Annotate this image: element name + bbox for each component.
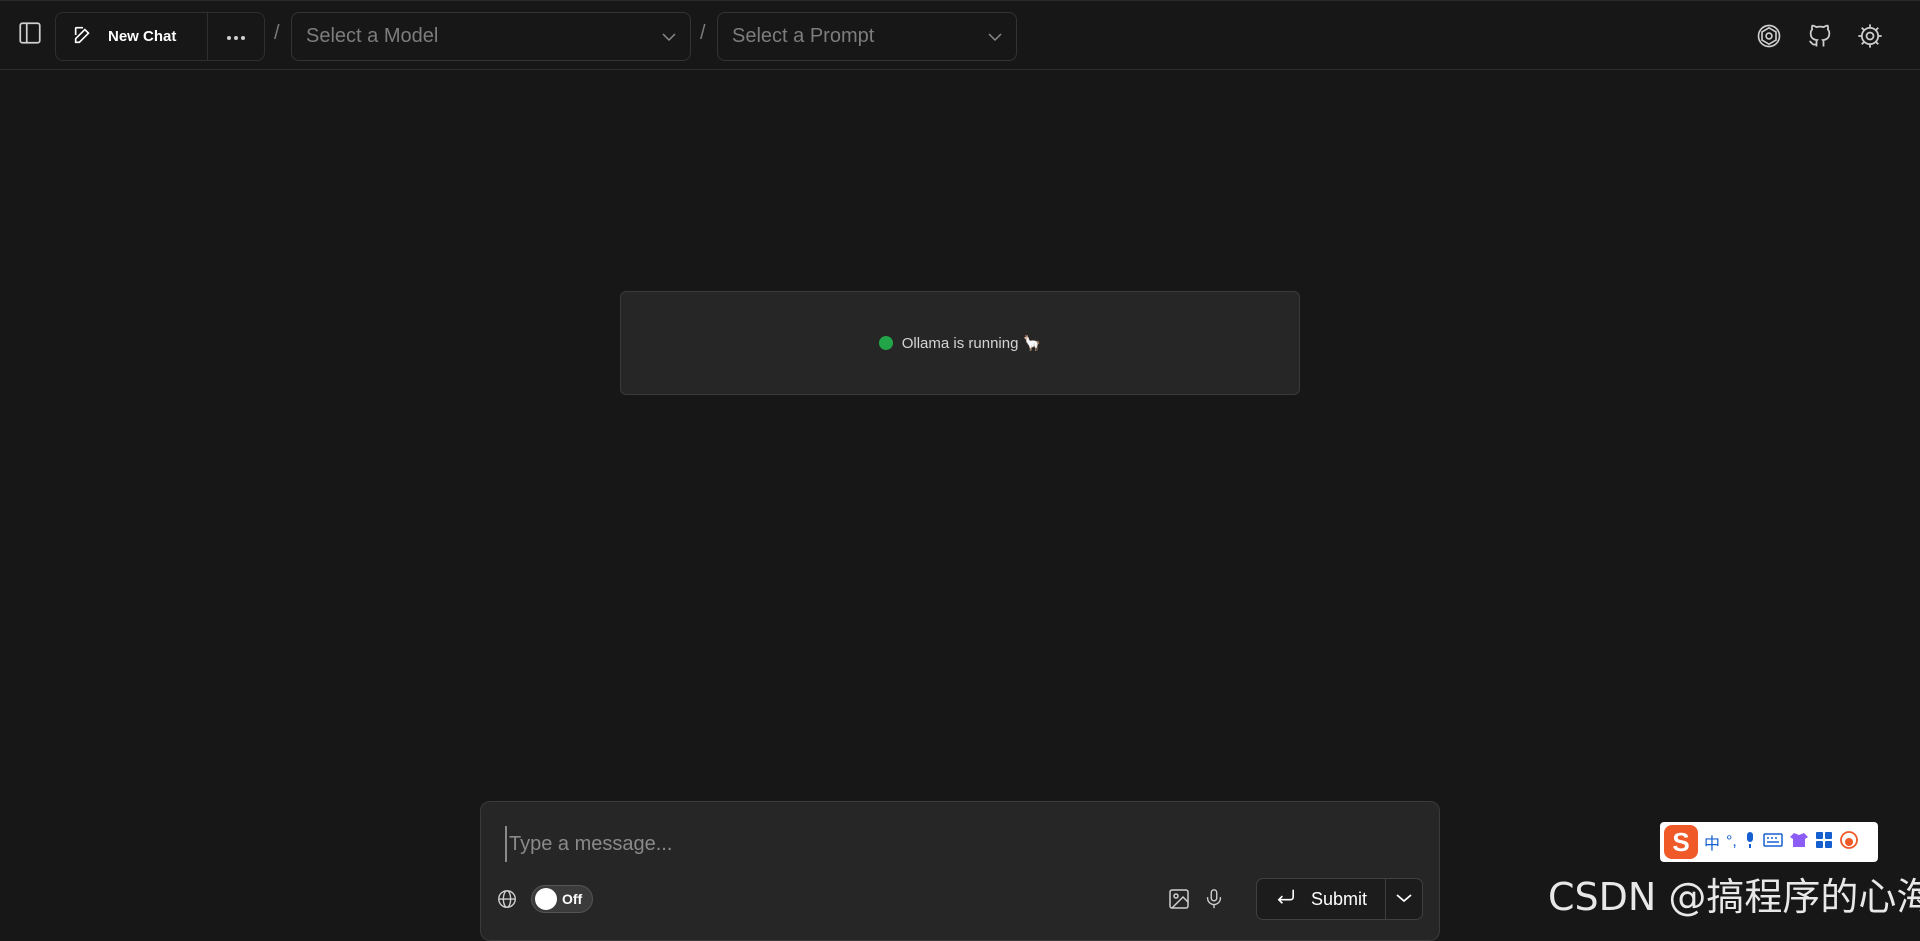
breadcrumb-separator: / bbox=[700, 22, 706, 44]
settings-gear-icon[interactable] bbox=[1855, 21, 1885, 51]
message-composer: Off Submit bbox=[480, 801, 1440, 941]
ime-apps-icon[interactable] bbox=[1815, 831, 1833, 854]
new-chat-label: New Chat bbox=[108, 28, 177, 45]
prompt-select[interactable]: Select a Prompt bbox=[717, 12, 1017, 61]
ime-skin-icon[interactable] bbox=[1789, 831, 1809, 854]
status-card: Ollama is running 🦙 bbox=[620, 291, 1300, 395]
edit-icon bbox=[72, 24, 94, 50]
status-indicator-dot bbox=[878, 336, 893, 350]
ime-punct-label[interactable]: °, bbox=[1726, 833, 1737, 851]
breadcrumb-separator: / bbox=[274, 22, 280, 44]
ime-logo[interactable]: S bbox=[1664, 825, 1698, 859]
toggle-knob bbox=[535, 888, 557, 910]
toggle-label: Off bbox=[562, 891, 583, 907]
ai-logo-icon[interactable] bbox=[1754, 21, 1784, 51]
watermark-text: CSDN @搞程序的心海 bbox=[1548, 875, 1920, 919]
ime-toolbar: S 中 °, bbox=[1660, 822, 1878, 862]
more-options-button[interactable] bbox=[208, 13, 264, 60]
github-icon[interactable] bbox=[1805, 21, 1835, 51]
model-select[interactable]: Select a Model bbox=[291, 12, 691, 61]
ime-mode-label[interactable]: 中 bbox=[1704, 830, 1720, 854]
ime-keyboard-icon[interactable] bbox=[1763, 832, 1783, 853]
sidebar-toggle-icon[interactable] bbox=[16, 19, 44, 47]
globe-icon[interactable] bbox=[495, 887, 519, 911]
more-dots-icon bbox=[226, 28, 246, 46]
web-search-toggle[interactable]: Off bbox=[531, 885, 593, 913]
ime-microphone-icon[interactable] bbox=[1743, 831, 1757, 854]
prompt-select-placeholder: Select a Prompt bbox=[732, 25, 875, 47]
enter-icon bbox=[1275, 888, 1297, 911]
new-chat-group: New Chat bbox=[55, 12, 265, 61]
submit-button[interactable]: Submit bbox=[1257, 879, 1386, 919]
chevron-down-icon bbox=[662, 25, 676, 48]
chevron-down-icon bbox=[1396, 890, 1412, 908]
submit-group: Submit bbox=[1256, 878, 1423, 920]
ime-mascot-icon[interactable] bbox=[1839, 830, 1859, 855]
model-select-placeholder: Select a Model bbox=[306, 25, 439, 47]
top-bar: New Chat / Select a Model / Select a Pro… bbox=[0, 0, 1920, 70]
status-text: Ollama is running 🦙 bbox=[901, 335, 1042, 352]
new-chat-button[interactable]: New Chat bbox=[56, 13, 208, 60]
image-upload-icon[interactable] bbox=[1166, 886, 1192, 912]
microphone-icon[interactable] bbox=[1201, 886, 1227, 912]
submit-options-button[interactable] bbox=[1386, 879, 1422, 919]
submit-label: Submit bbox=[1310, 888, 1368, 909]
chevron-down-icon bbox=[988, 25, 1002, 48]
message-input[interactable] bbox=[505, 826, 1391, 862]
